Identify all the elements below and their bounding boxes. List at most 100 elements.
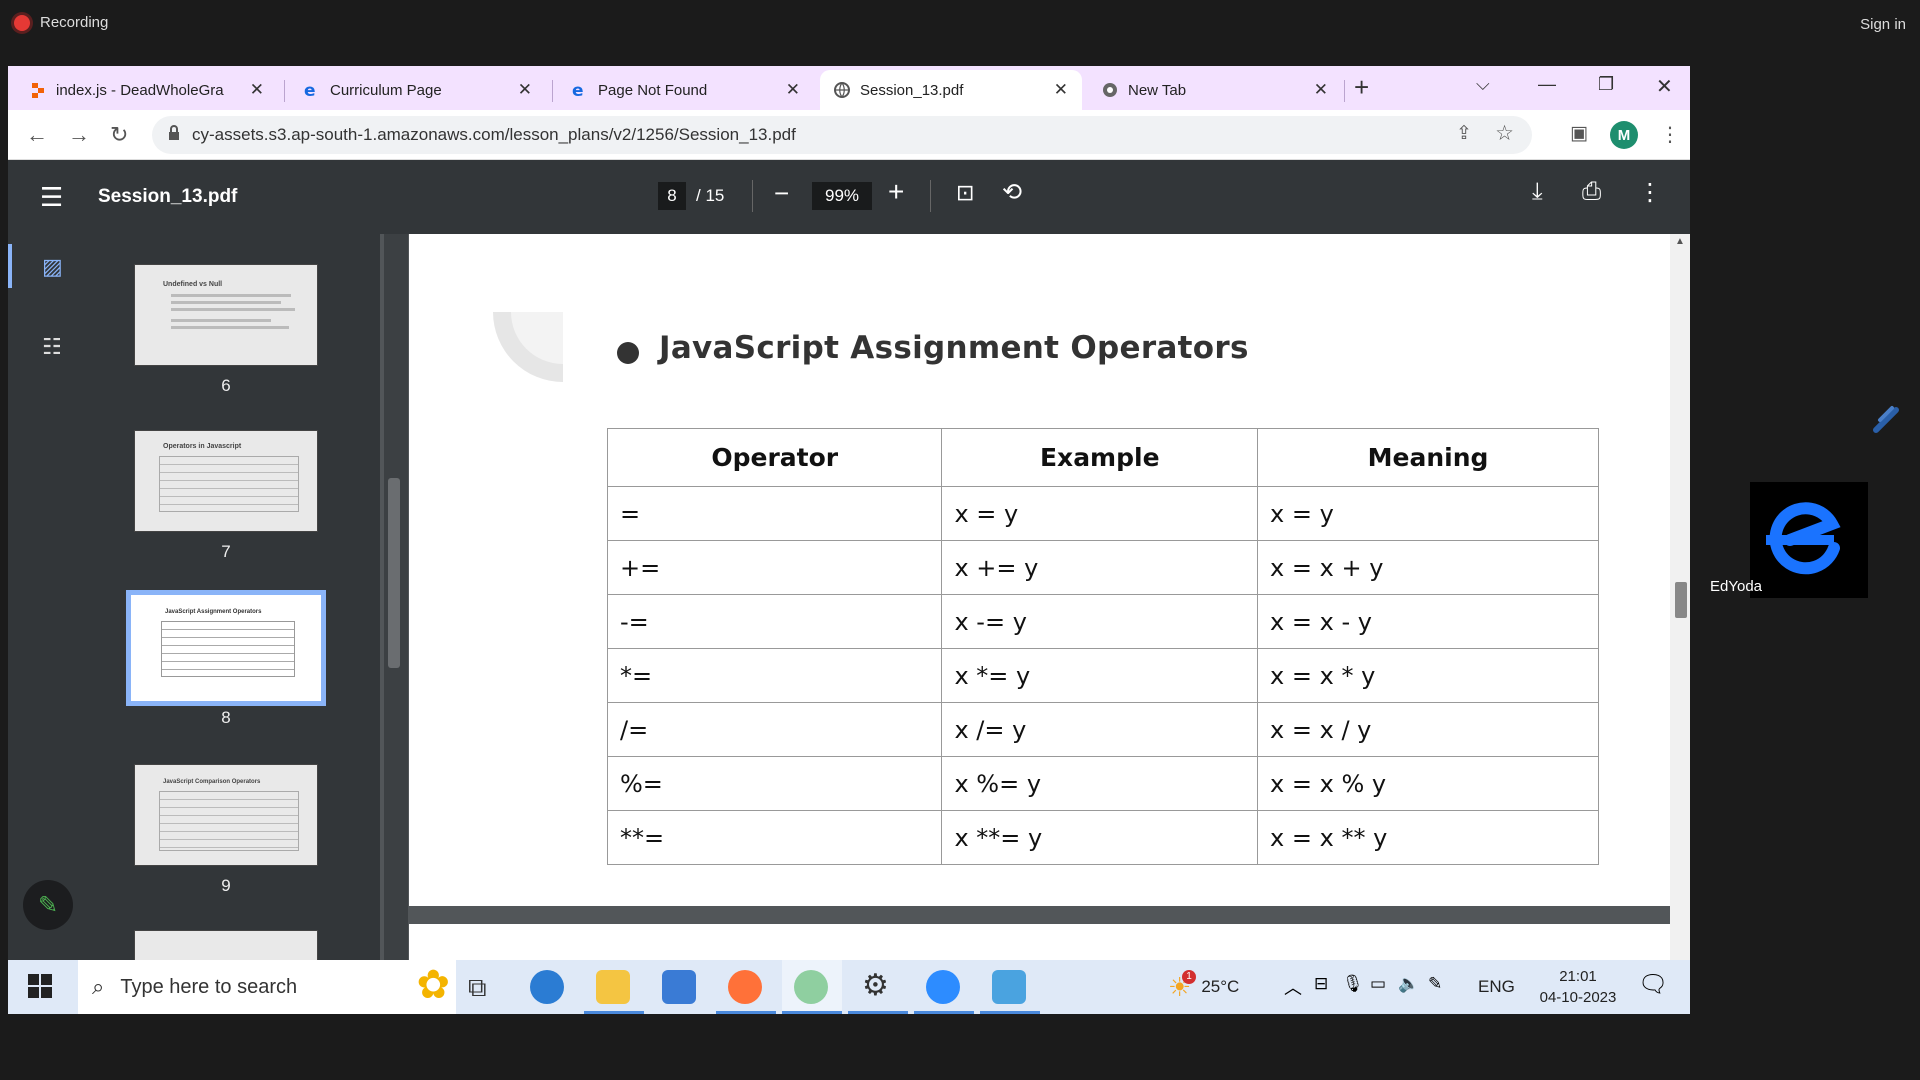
- share-icon[interactable]: ⇪: [1456, 122, 1472, 145]
- replit-icon: [30, 82, 46, 98]
- weather-widget[interactable]: ☀ 1 25°C: [1168, 960, 1239, 1014]
- chevron-up-icon[interactable]: ︿: [1284, 974, 1302, 1000]
- side-panel-icon[interactable]: ▣: [1570, 122, 1588, 145]
- tab-replit[interactable]: index.js - DeadWholeGra ✕: [16, 70, 278, 110]
- browser-window: index.js - DeadWholeGra ✕ e Curriculum P…: [8, 66, 1690, 1014]
- minimize-button[interactable]: —: [1538, 74, 1556, 95]
- mail-icon[interactable]: [662, 970, 696, 1004]
- battery-icon[interactable]: ▭: [1370, 974, 1386, 994]
- restore-button[interactable]: ❐: [1598, 74, 1614, 95]
- table-cell: x = y: [941, 486, 1259, 541]
- sign-in-button[interactable]: Sign in: [1860, 16, 1906, 33]
- file-explorer-icon[interactable]: [596, 970, 630, 1004]
- more-options-icon[interactable]: ⋮: [1638, 178, 1662, 207]
- tab-label: Curriculum Page: [330, 81, 442, 99]
- zoom-app-icon[interactable]: [926, 970, 960, 1004]
- url-text[interactable]: cy-assets.s3.ap-south-1.amazonaws.com/le…: [192, 125, 796, 145]
- back-arrow-icon[interactable]: ←: [26, 122, 48, 148]
- globe-icon: [834, 82, 850, 98]
- thumbnail-list: Undefined vs Null 6 Operators in Javascr…: [86, 234, 366, 1014]
- zoom-input[interactable]: 99%: [812, 182, 872, 210]
- microphone-icon[interactable]: 🎙: [1342, 974, 1364, 994]
- zoom-in-icon[interactable]: +: [888, 176, 904, 208]
- table-row: *= x *= yx = x * y: [606, 648, 1599, 703]
- photos-app-icon[interactable]: [992, 970, 1026, 1004]
- windows-taskbar: ⌕ Type here to search ✿ ⧉ ⚙ ☀ 1 25°C ︿ ⊟ …: [8, 960, 1690, 1014]
- hamburger-menu-icon[interactable]: ☰: [40, 182, 63, 213]
- tab-search-chevron-icon[interactable]: ⌵: [1476, 74, 1490, 95]
- close-window-button[interactable]: ✕: [1656, 74, 1673, 99]
- record-dot-icon: [14, 14, 30, 31]
- language-indicator[interactable]: ENG: [1478, 960, 1515, 1014]
- column-header: Example: [941, 428, 1259, 487]
- tab-label: index.js - DeadWholeGra: [56, 81, 224, 99]
- lock-icon[interactable]: [168, 124, 180, 146]
- tab-session-pdf[interactable]: Session_13.pdf ✕: [820, 70, 1082, 110]
- thumbnails-view-icon[interactable]: ▨: [42, 254, 63, 280]
- annotate-pencil-button[interactable]: ✎: [23, 880, 73, 930]
- notifications-icon[interactable]: 🗨: [1638, 970, 1668, 999]
- column-header: Operator: [606, 428, 943, 487]
- edyoda-logo-icon: [1766, 502, 1841, 575]
- print-icon[interactable]: ⎙: [1582, 178, 1601, 206]
- close-icon[interactable]: ✕: [250, 80, 264, 100]
- main-scrollbar[interactable]: [1670, 234, 1690, 1014]
- tab-label: New Tab: [1128, 81, 1187, 99]
- close-icon[interactable]: ✕: [786, 80, 800, 100]
- address-bar[interactable]: cy-assets.s3.ap-south-1.amazonaws.com/le…: [152, 116, 1532, 154]
- bookmark-star-icon[interactable]: ☆: [1495, 121, 1514, 146]
- flowers-decoration-icon: ✿: [416, 963, 450, 1007]
- close-icon[interactable]: ✕: [1314, 80, 1328, 100]
- tab-curriculum[interactable]: e Curriculum Page ✕: [290, 70, 546, 110]
- settings-gear-icon[interactable]: ⚙: [862, 968, 889, 1003]
- new-tab-button[interactable]: +: [1354, 72, 1369, 103]
- table-cell: x -= y: [941, 594, 1259, 649]
- tray-icon[interactable]: ⊟: [1314, 974, 1328, 994]
- taskbar-search-box[interactable]: ⌕ Type here to search ✿: [78, 960, 456, 1014]
- table-cell: -=: [606, 594, 943, 649]
- table-cell: x = x / y: [1257, 702, 1599, 757]
- fit-page-icon[interactable]: ⊡: [956, 180, 974, 206]
- scroll-up-arrow-icon[interactable]: ▲: [1675, 236, 1685, 247]
- table-row: **= x **= yx = x ** y: [606, 810, 1599, 865]
- reload-icon[interactable]: ↻: [110, 122, 128, 148]
- page-thumbnail[interactable]: Operators in Javascript: [134, 430, 318, 532]
- column-header: Meaning: [1257, 428, 1599, 487]
- tab-page-not-found[interactable]: e Page Not Found ✕: [558, 70, 814, 110]
- search-placeholder: Type here to search: [120, 975, 298, 998]
- rotate-icon[interactable]: ⟲: [1002, 178, 1022, 207]
- sidebar-scrollbar-thumb[interactable]: [388, 478, 400, 668]
- close-icon[interactable]: ✕: [518, 80, 532, 100]
- kebab-menu-icon[interactable]: ⋮: [1660, 122, 1680, 147]
- weather-temp: 25°C: [1201, 977, 1240, 996]
- close-icon[interactable]: ✕: [1054, 80, 1068, 100]
- main-scrollbar-thumb[interactable]: [1675, 582, 1687, 618]
- profile-avatar[interactable]: M: [1610, 121, 1638, 149]
- outline-view-icon[interactable]: ☷: [42, 334, 62, 360]
- firefox-icon[interactable]: [728, 970, 762, 1004]
- pdf-filename: Session_13.pdf: [98, 186, 238, 207]
- table-cell: =: [606, 486, 943, 541]
- table-cell: x *= y: [941, 648, 1259, 703]
- page-heading: JavaScript Assignment Operators: [659, 330, 1249, 366]
- page-thumbnail-selected[interactable]: JavaScript Assignment Operators: [126, 590, 326, 706]
- table-cell: x /= y: [941, 702, 1259, 757]
- page-thumbnail[interactable]: JavaScript Comparison Operators: [134, 764, 318, 866]
- forward-arrow-icon[interactable]: →: [68, 122, 90, 148]
- zoom-out-icon[interactable]: −: [774, 178, 789, 209]
- edge-browser-icon[interactable]: [530, 970, 564, 1004]
- clock[interactable]: 21:01 04-10-2023: [1528, 966, 1628, 1008]
- pen-icon[interactable]: ✎: [1428, 974, 1442, 994]
- page-thumbnail[interactable]: Undefined vs Null: [134, 264, 318, 366]
- table-cell: x = x + y: [1257, 540, 1599, 595]
- download-icon[interactable]: ⤓: [1532, 178, 1543, 206]
- table-row: %= x %= yx = x % y: [606, 756, 1599, 811]
- volume-icon[interactable]: 🔈: [1398, 974, 1419, 994]
- tab-label: Page Not Found: [598, 81, 708, 99]
- floating-logo-icon[interactable]: [1868, 402, 1904, 438]
- table-cell: %=: [606, 756, 943, 811]
- task-view-icon[interactable]: ⧉: [468, 972, 487, 1004]
- page-number-input[interactable]: 8: [658, 182, 686, 210]
- windows-start-icon[interactable]: [28, 974, 52, 1003]
- tab-new-tab[interactable]: New Tab ✕: [1088, 70, 1342, 110]
